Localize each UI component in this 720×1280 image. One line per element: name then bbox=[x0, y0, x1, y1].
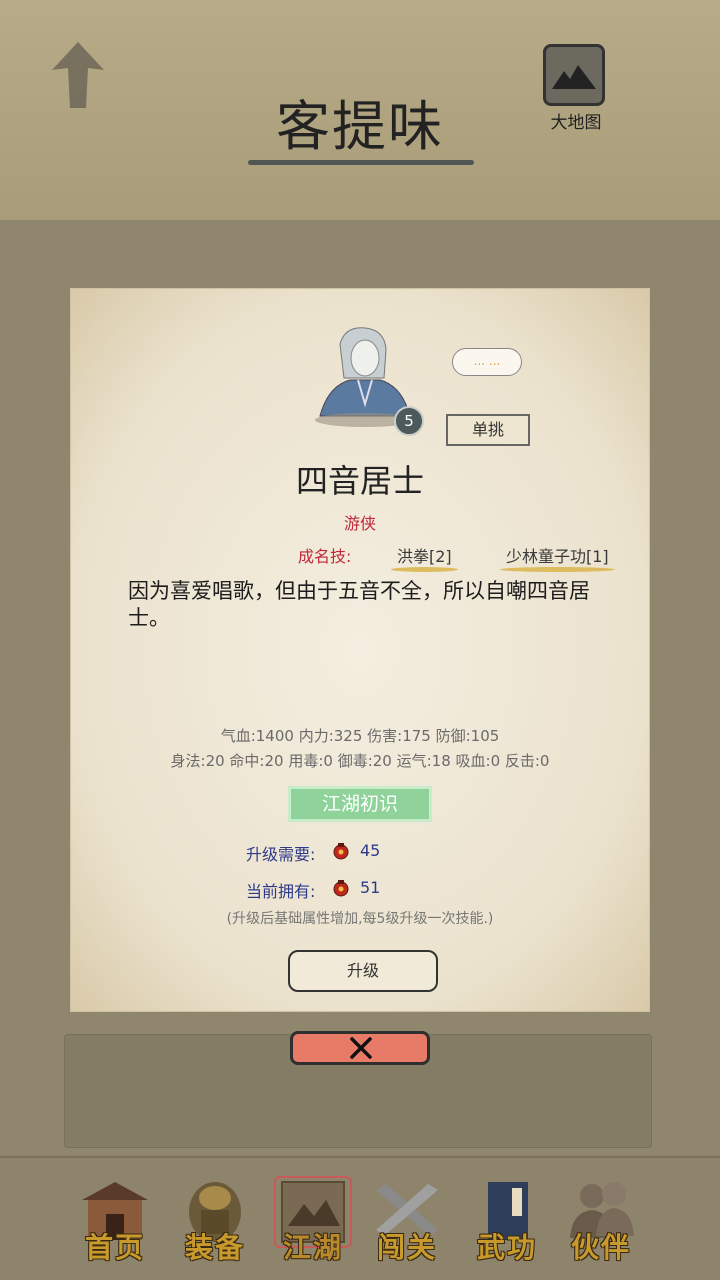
bottom-nav: 首页 装备 江湖 闯关 武功 伙伴 bbox=[0, 1156, 720, 1280]
stats-primary: 气血:1400 内力:325 伤害:175 防御:105 bbox=[220, 727, 500, 745]
title-underline bbox=[248, 160, 474, 165]
level-badge: 5 bbox=[394, 406, 424, 436]
current-have-value: 51 bbox=[360, 878, 381, 897]
nav-home[interactable]: 首页 bbox=[70, 1176, 160, 1272]
upgrade-need-label: 升级需要: bbox=[246, 845, 316, 864]
wine-jar-icon bbox=[333, 843, 349, 860]
nav-equipment[interactable]: 装备 bbox=[170, 1176, 260, 1272]
speech-bubble: ... ... bbox=[452, 348, 522, 376]
character-card: 5 ... ... 单挑 四音居士 游侠 成名技: 洪拳[2] 少林童子功[1]… bbox=[70, 288, 650, 1012]
rank-badge: 江湖初识 bbox=[288, 786, 432, 822]
upgrade-button[interactable]: 升级 bbox=[288, 950, 438, 992]
duel-button[interactable]: 单挑 bbox=[446, 414, 530, 446]
nav-jianghu[interactable]: 江湖 bbox=[268, 1176, 358, 1272]
world-map-label: 大地图 bbox=[550, 113, 602, 133]
stats-secondary: 身法:20 命中:20 用毒:0 御毒:20 运气:18 吸血:0 反击:0 bbox=[170, 752, 550, 770]
nav-challenge[interactable]: 闯关 bbox=[362, 1176, 452, 1272]
close-icon bbox=[350, 1037, 372, 1059]
upgrade-note: (升级后基础属性增加,每5级升级一次技能.) bbox=[226, 911, 494, 927]
close-button[interactable] bbox=[290, 1031, 430, 1065]
page-title: 客提味 bbox=[276, 95, 444, 158]
character-class: 游侠 bbox=[343, 514, 376, 533]
current-have-label: 当前拥有: bbox=[246, 882, 316, 901]
skill-shaolin-tongzigong[interactable]: 少林童子功[1] bbox=[500, 543, 615, 572]
wine-jar-icon bbox=[333, 880, 349, 897]
character-description: 因为喜爱唱歌，但由于五音不全，所以自嘲四音居士。 bbox=[128, 579, 590, 630]
skill-hongquan[interactable]: 洪拳[2] bbox=[391, 543, 458, 572]
upgrade-need-value: 45 bbox=[360, 841, 381, 860]
nav-label: 江湖 bbox=[282, 1231, 343, 1264]
signature-skills-label: 成名技: bbox=[298, 547, 352, 566]
nav-label: 装备 bbox=[184, 1231, 245, 1264]
world-map-button[interactable]: 大地图 bbox=[540, 44, 610, 134]
nav-partners[interactable]: 伙伴 bbox=[556, 1176, 646, 1272]
mountain-icon bbox=[543, 44, 605, 106]
nav-martial-arts[interactable]: 武功 bbox=[462, 1176, 552, 1272]
nav-label: 武功 bbox=[476, 1231, 537, 1264]
header: 客提味 大地图 bbox=[0, 0, 720, 220]
nav-label: 闯关 bbox=[376, 1231, 437, 1264]
character-name: 四音居士 bbox=[295, 462, 424, 500]
nav-label: 首页 bbox=[84, 1231, 145, 1264]
nav-label: 伙伴 bbox=[570, 1231, 631, 1264]
